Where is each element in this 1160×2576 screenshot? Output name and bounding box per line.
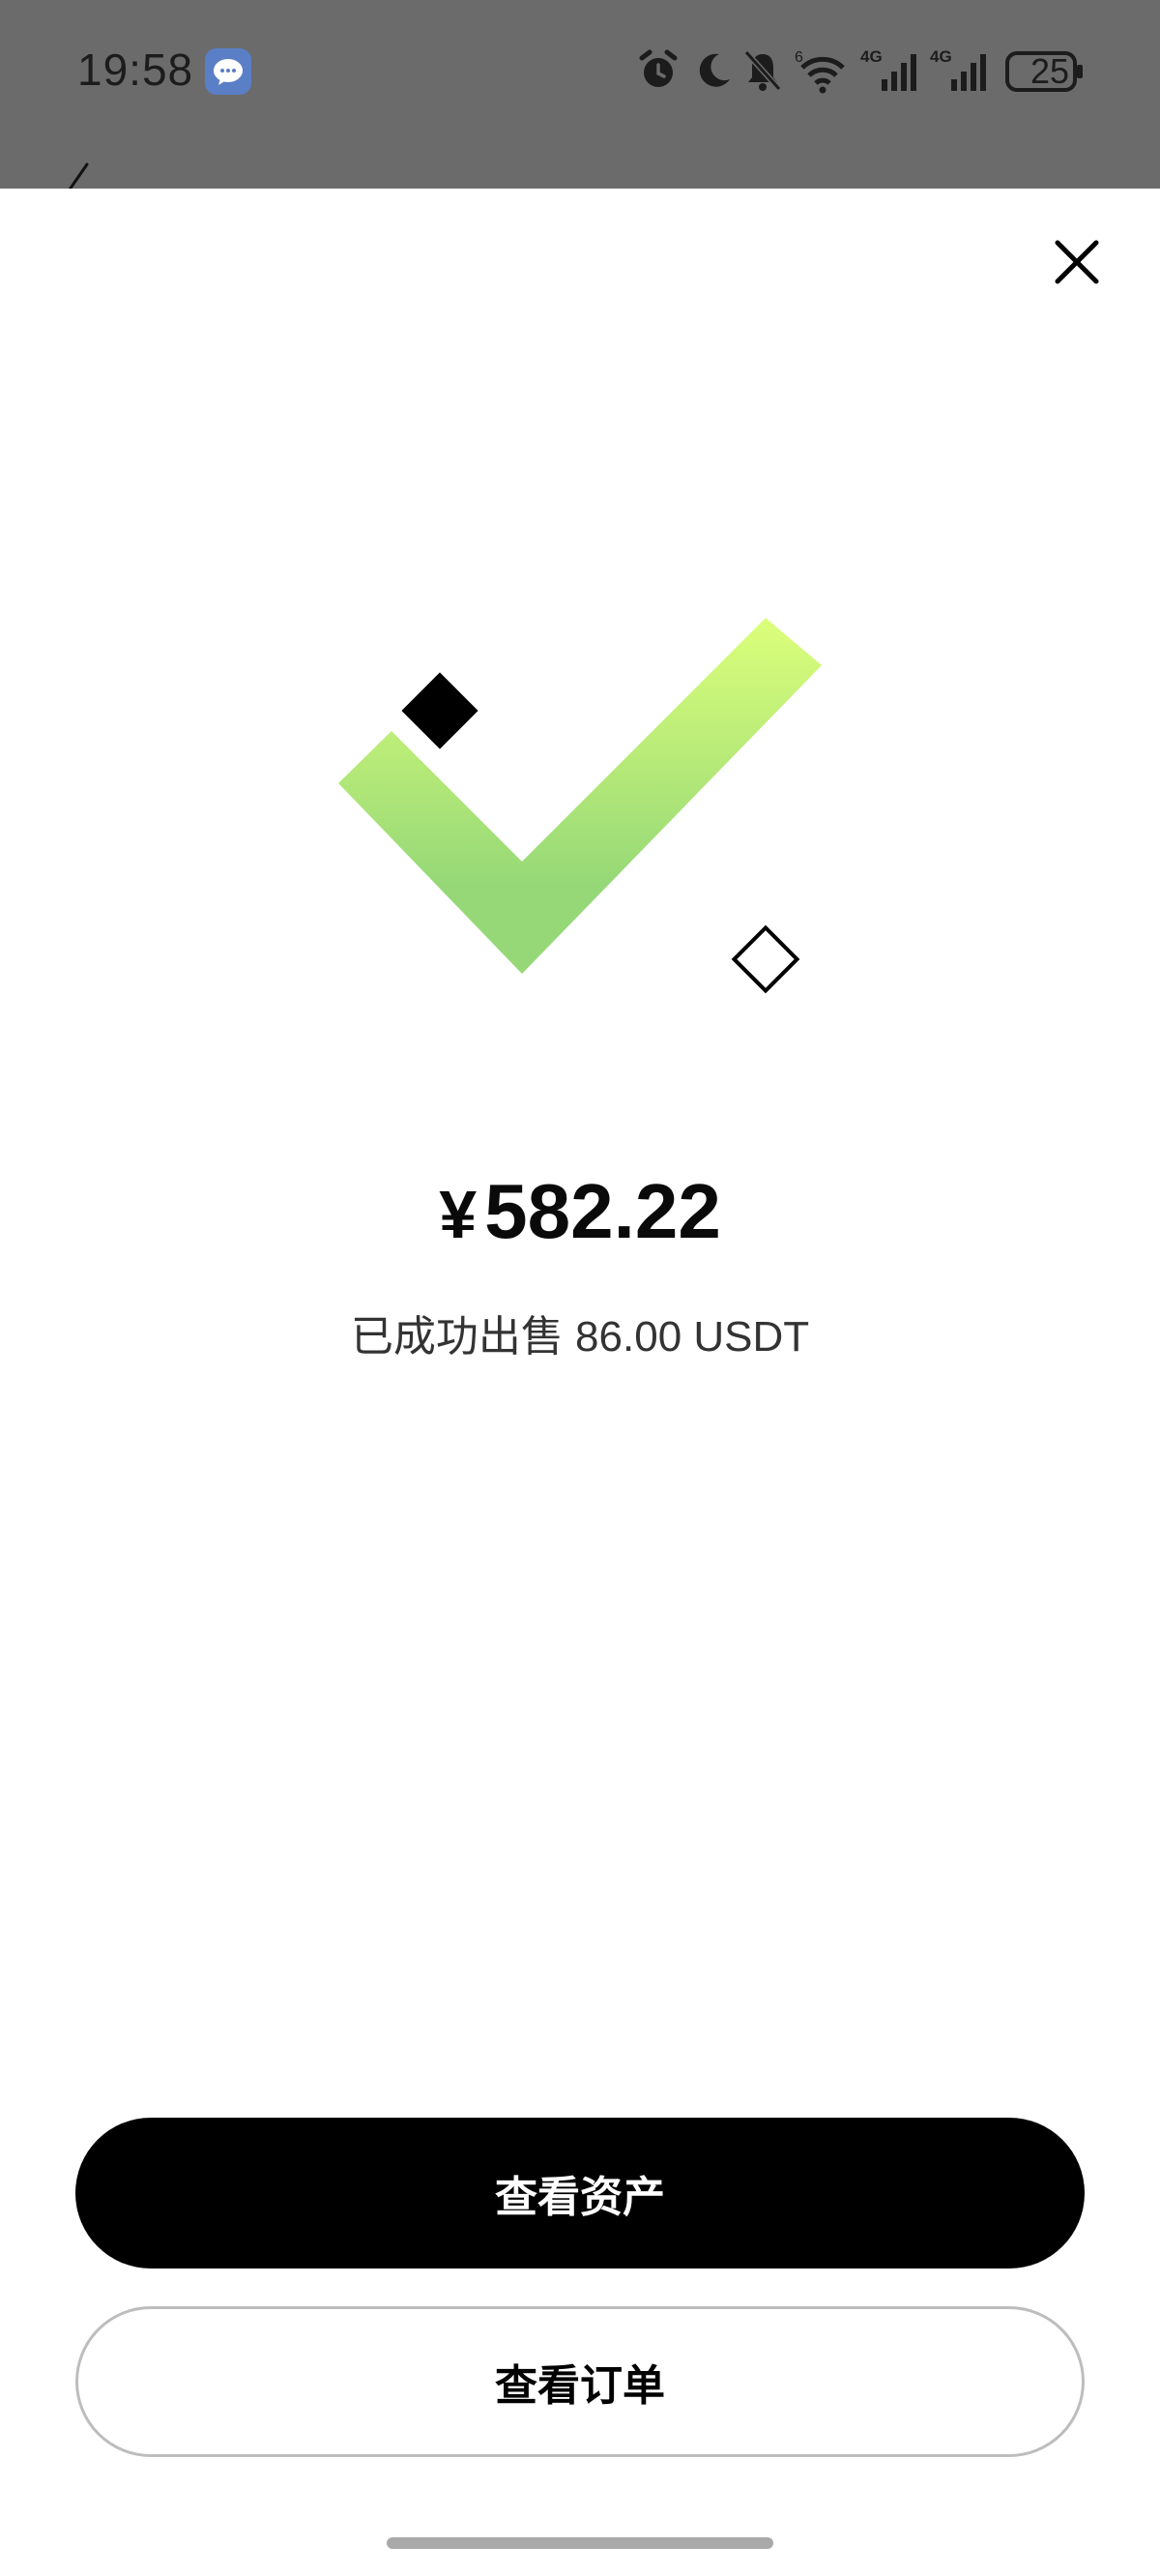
svg-text:4G: 4G <box>860 47 883 66</box>
diamond-outline-icon <box>731 924 800 994</box>
sale-amount: ¥582.22 <box>0 1165 1160 1261</box>
sale-success-message: 已成功出售 86.00 USDT <box>350 1313 810 1361</box>
signal-4g-icon: 4G <box>860 47 916 91</box>
view-orders-label: 查看订单 <box>495 2362 665 2410</box>
view-orders-button[interactable]: 查看订单 <box>75 2306 1085 2457</box>
view-assets-label: 查看资产 <box>495 2174 665 2221</box>
back-arrow-icon <box>68 162 89 191</box>
wifi-icon: 6 <box>795 49 845 94</box>
bell-off-icon <box>743 49 782 92</box>
svg-text:6: 6 <box>795 49 803 66</box>
status-bar: 19:58 6 4G 4G 25 <box>0 0 1160 191</box>
currency-symbol: ¥ <box>439 1177 478 1252</box>
success-check-icon <box>338 618 822 994</box>
amount-value: 582.22 <box>484 1168 721 1254</box>
result-sheet: ¥582.22 已成功出售 86.00 USDT 查看资产 查看订单 <box>0 189 1160 2576</box>
message-app-icon <box>205 48 251 95</box>
signal-4g-icon-2: 4G <box>930 47 986 91</box>
battery-level: 25 <box>1030 51 1070 91</box>
home-indicator[interactable] <box>387 2537 773 2549</box>
moon-icon <box>699 53 730 87</box>
status-time: 19:58 <box>77 44 194 95</box>
diamond-solid-icon <box>401 672 478 749</box>
checkmark-shape <box>338 618 822 974</box>
close-button[interactable] <box>1048 233 1106 291</box>
alarm-icon <box>639 49 678 87</box>
close-icon <box>1055 240 1099 284</box>
svg-text:4G: 4G <box>930 47 952 66</box>
view-assets-button[interactable]: 查看资产 <box>75 2118 1085 2269</box>
